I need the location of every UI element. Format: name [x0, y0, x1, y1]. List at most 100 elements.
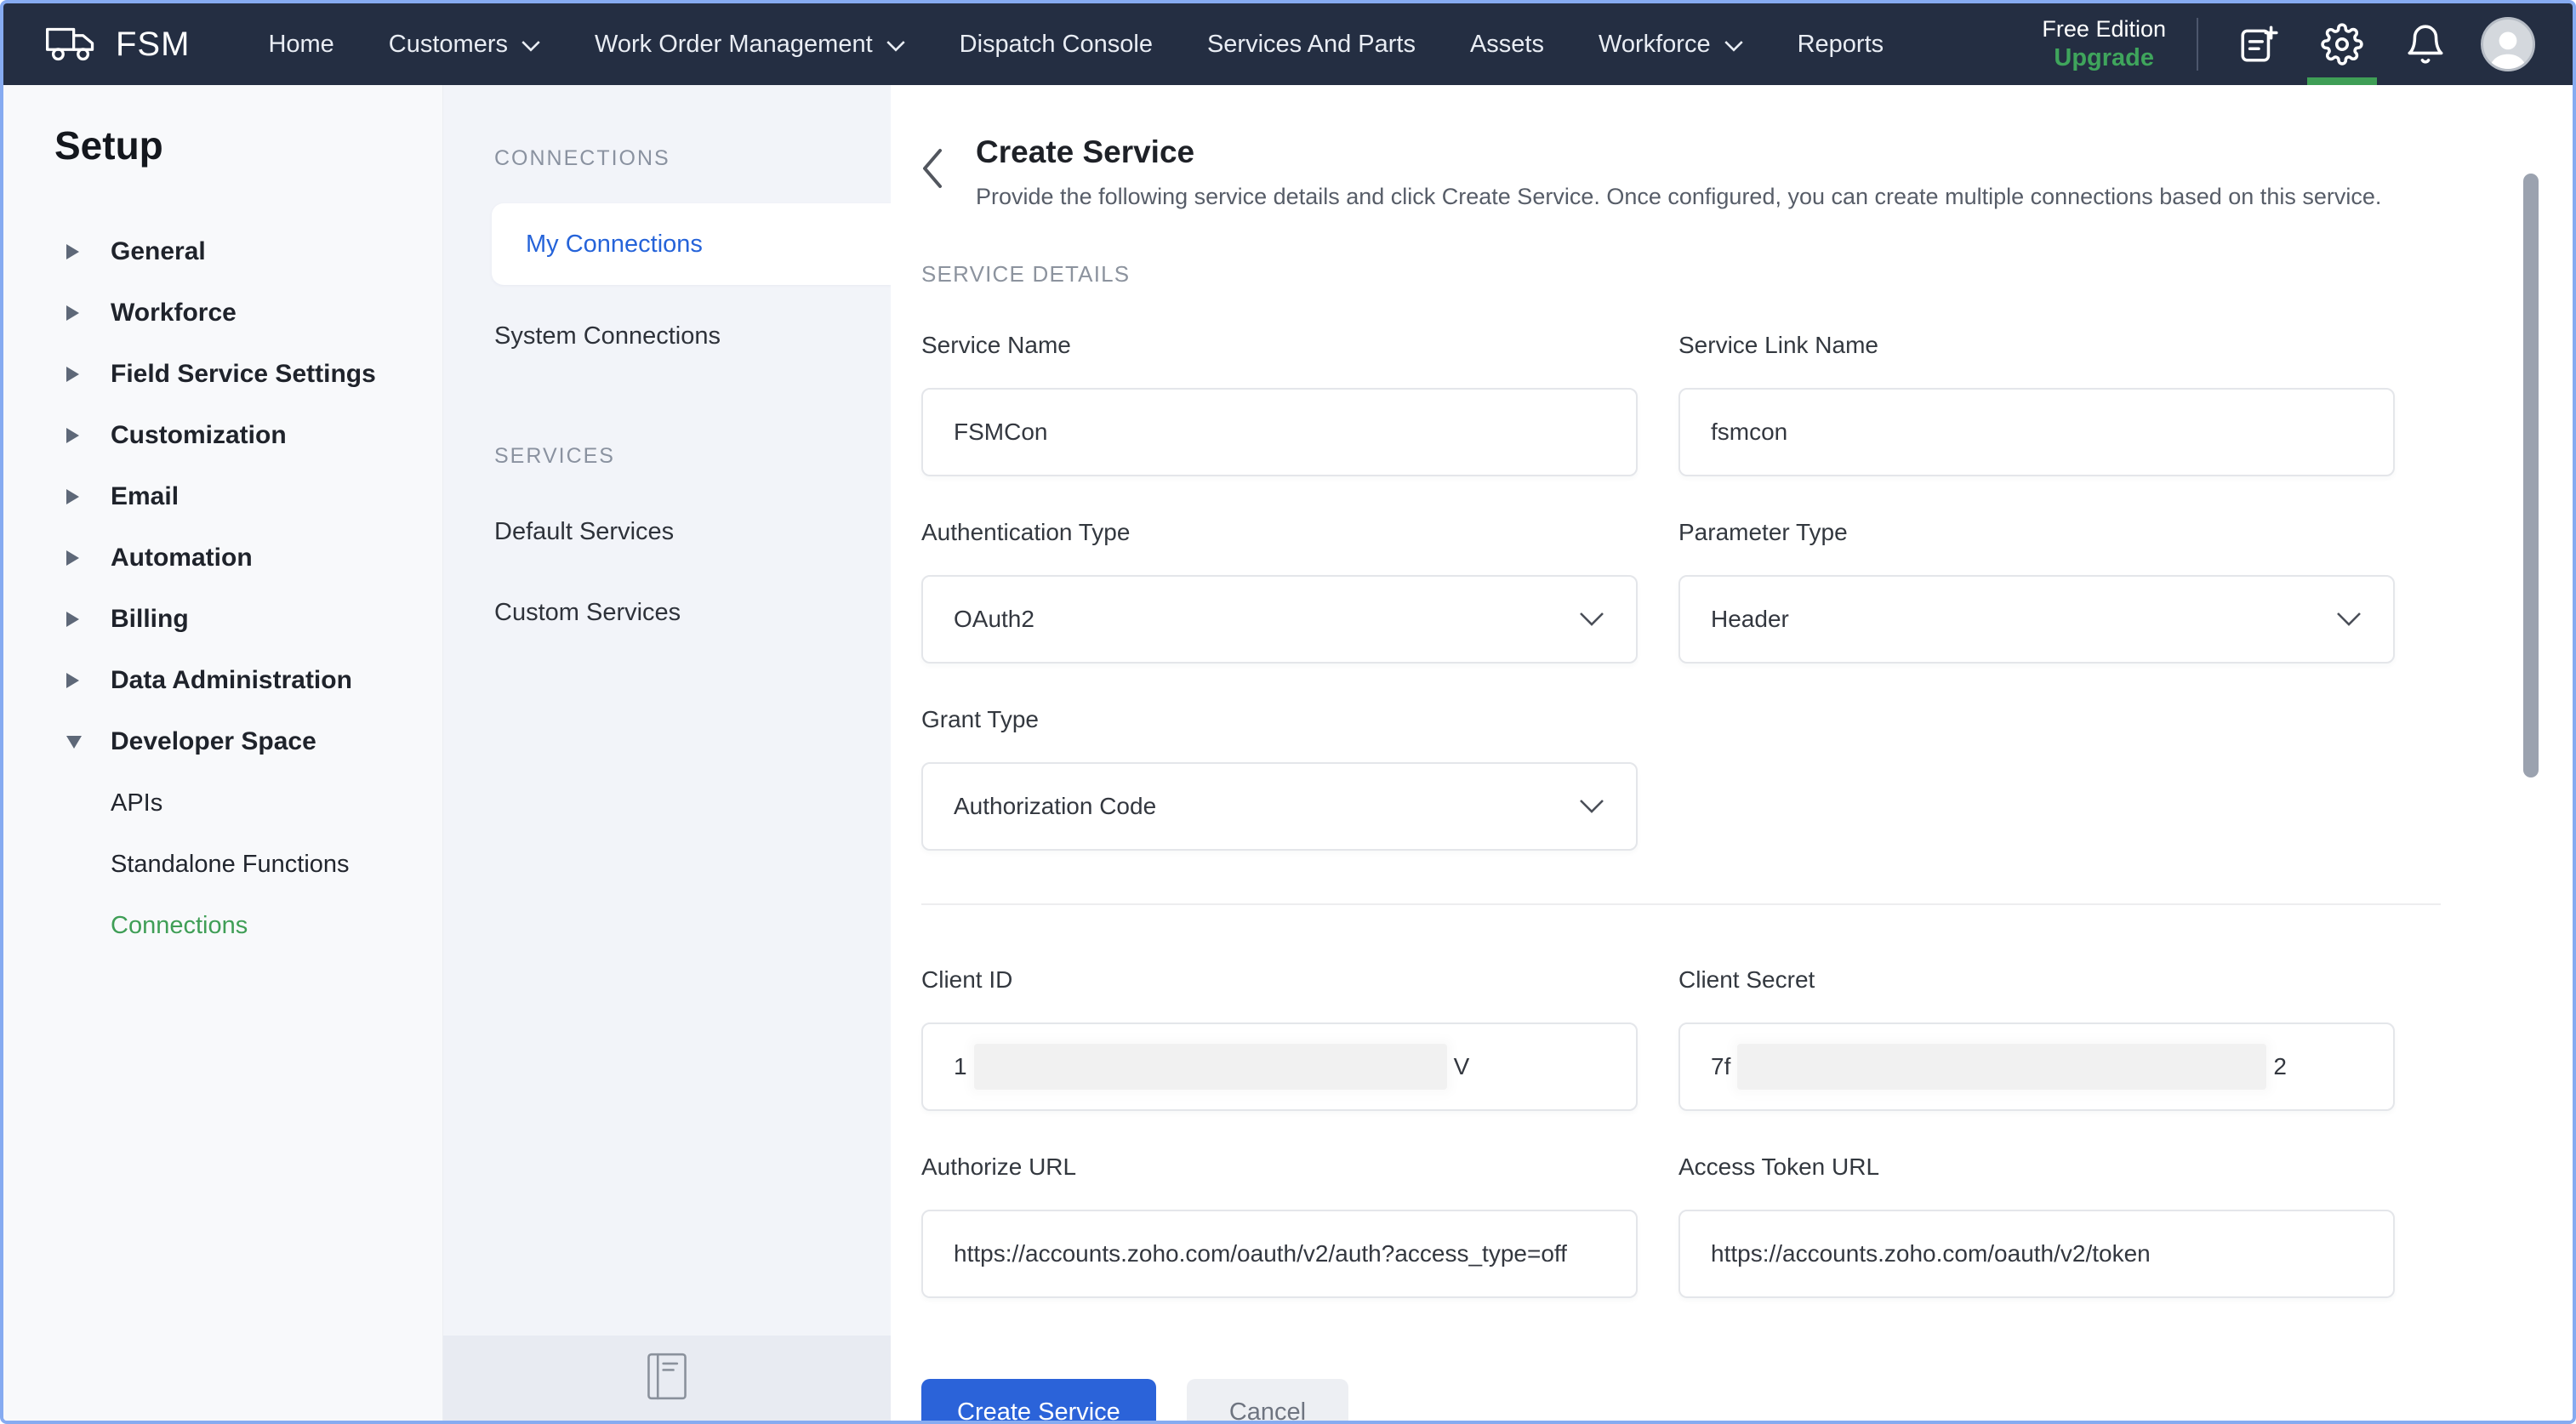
redacted-value: [974, 1044, 1447, 1090]
parameter-type-select[interactable]: Header: [1678, 575, 2395, 664]
service-link-name-input[interactable]: fsmcon: [1678, 388, 2395, 476]
sidebar-item-billing[interactable]: Billing: [3, 589, 442, 650]
nav-workforce[interactable]: Workforce: [1599, 31, 1743, 59]
truck-icon: [44, 23, 97, 66]
top-navbar: FSM Home Customers Work Order Management…: [3, 3, 2573, 85]
grant-type-label: Grant Type: [921, 706, 1638, 733]
parameter-type-label: Parameter Type: [1678, 519, 2395, 546]
chevron-down-icon: [1578, 612, 1605, 627]
bell-icon: [2404, 23, 2447, 66]
notifications-button[interactable]: [2384, 3, 2467, 85]
person-icon: [2483, 25, 2533, 69]
divider: [2197, 18, 2198, 71]
user-avatar[interactable]: [2481, 17, 2535, 71]
settings-active-indicator: [2307, 77, 2377, 85]
redacted-value: [1737, 1044, 2266, 1090]
section-divider: [921, 903, 2441, 905]
sidebar-item-automation[interactable]: Automation: [3, 527, 442, 589]
content-area: Setup General Workforce Field Service Se…: [3, 85, 2573, 1421]
grant-type-select[interactable]: Authorization Code: [921, 762, 1638, 851]
chevron-left-icon: [921, 148, 943, 189]
panel-section-connections: CONNECTIONS: [494, 146, 891, 171]
create-service-button[interactable]: Create Service: [921, 1379, 1156, 1421]
field-service-name: Service Name FSMCon: [921, 332, 1638, 476]
notebook-icon: [647, 1353, 687, 1400]
nav-work-order-management[interactable]: Work Order Management: [595, 31, 905, 59]
authorize-url-label: Authorize URL: [921, 1153, 1638, 1181]
chevron-down-icon: [521, 41, 540, 52]
field-authentication-type: Authentication Type OAuth2: [921, 519, 1638, 664]
access-token-url-input[interactable]: https://accounts.zoho.com/oauth/v2/token: [1678, 1210, 2395, 1298]
field-service-link-name: Service Link Name fsmcon: [1678, 332, 2395, 476]
form-actions: Create Service Cancel: [921, 1379, 2573, 1421]
app-window: FSM Home Customers Work Order Management…: [0, 0, 2576, 1424]
client-secret-input[interactable]: 7f 2: [1678, 1022, 2395, 1111]
nav-services-and-parts[interactable]: Services And Parts: [1207, 31, 1416, 59]
primary-nav: Home Customers Work Order Management Dis…: [268, 31, 1884, 59]
sidebar-item-connections[interactable]: Connections: [3, 895, 442, 956]
client-secret-label: Client Secret: [1678, 966, 2395, 994]
service-link-name-label: Service Link Name: [1678, 332, 2395, 359]
nav-dispatch-console[interactable]: Dispatch Console: [960, 31, 1153, 59]
cancel-button[interactable]: Cancel: [1187, 1379, 1348, 1421]
nav-assets[interactable]: Assets: [1470, 31, 1544, 59]
collapsed-arrow-icon: [66, 673, 111, 688]
sidebar-title: Setup: [54, 122, 442, 168]
brand-name: FSM: [116, 26, 190, 64]
expanded-arrow-icon: [66, 736, 111, 749]
documentation-button[interactable]: [647, 1353, 687, 1404]
panel-section-services: SERVICES: [494, 444, 891, 469]
edition-badge: Free Edition Upgrade: [2042, 16, 2166, 72]
service-name-input[interactable]: FSMCon: [921, 388, 1638, 476]
authorize-url-input[interactable]: https://accounts.zoho.com/oauth/v2/auth?…: [921, 1210, 1638, 1298]
section-header-service-details: SERVICE DETAILS: [921, 261, 2573, 288]
client-id-label: Client ID: [921, 966, 1638, 994]
sidebar-item-email[interactable]: Email: [3, 466, 442, 527]
sidebar-item-data-administration[interactable]: Data Administration: [3, 650, 442, 711]
create-note-button[interactable]: [2217, 3, 2300, 85]
sidebar-item-standalone-functions[interactable]: Standalone Functions: [3, 834, 442, 895]
sidebar-item-apis[interactable]: APIs: [3, 772, 442, 834]
field-parameter-type: Parameter Type Header: [1678, 519, 2395, 664]
sidebar-item-developer-space[interactable]: Developer Space: [3, 711, 442, 772]
authentication-type-select[interactable]: OAuth2: [921, 575, 1638, 664]
edition-label: Free Edition: [2042, 16, 2166, 43]
access-token-url-label: Access Token URL: [1678, 1153, 2395, 1181]
page-subtitle: Provide the following service details an…: [976, 184, 2381, 210]
sidebar-item-customization[interactable]: Customization: [3, 405, 442, 466]
create-service-main: Create Service Provide the following ser…: [891, 85, 2573, 1421]
client-id-input[interactable]: 1 V: [921, 1022, 1638, 1111]
back-button[interactable]: [921, 148, 943, 210]
sidebar-item-field-service-settings[interactable]: Field Service Settings: [3, 344, 442, 405]
upgrade-link[interactable]: Upgrade: [2054, 44, 2154, 72]
sidebar-item-workforce[interactable]: Workforce: [3, 282, 442, 344]
panel-item-system-connections[interactable]: System Connections: [494, 322, 891, 350]
sidebar-item-general[interactable]: General: [3, 221, 442, 282]
panel-item-custom-services[interactable]: Custom Services: [494, 599, 891, 627]
chevron-down-icon: [2335, 612, 2362, 627]
chevron-down-icon: [886, 41, 905, 52]
page-title: Create Service: [976, 134, 2381, 170]
panel-item-my-connections[interactable]: My Connections: [492, 203, 891, 285]
nav-home[interactable]: Home: [268, 31, 333, 59]
settings-button[interactable]: [2300, 3, 2384, 85]
collapsed-arrow-icon: [66, 244, 111, 259]
brand[interactable]: FSM: [44, 23, 190, 66]
field-authorize-url: Authorize URL https://accounts.zoho.com/…: [921, 1153, 1638, 1298]
collapsed-arrow-icon: [66, 489, 111, 504]
nav-reports[interactable]: Reports: [1798, 31, 1884, 59]
chevron-down-icon: [1724, 41, 1743, 52]
service-form: Service Name FSMCon Service Link Name fs…: [921, 332, 2573, 1421]
field-grant-type: Grant Type Authorization Code: [921, 706, 1638, 851]
authentication-type-label: Authentication Type: [921, 519, 1638, 546]
setup-sidebar: Setup General Workforce Field Service Se…: [3, 85, 443, 1421]
field-client-secret: Client Secret 7f 2: [1678, 966, 2395, 1111]
connections-panel: CONNECTIONS My Connections System Connec…: [443, 85, 891, 1421]
vertical-scrollbar[interactable]: [2523, 174, 2539, 778]
nav-customers[interactable]: Customers: [389, 31, 540, 59]
page-header: Create Service Provide the following ser…: [921, 134, 2573, 210]
collapsed-arrow-icon: [66, 367, 111, 382]
panel-item-default-services[interactable]: Default Services: [494, 518, 891, 546]
collapsed-arrow-icon: [66, 305, 111, 321]
chevron-down-icon: [1578, 799, 1605, 814]
